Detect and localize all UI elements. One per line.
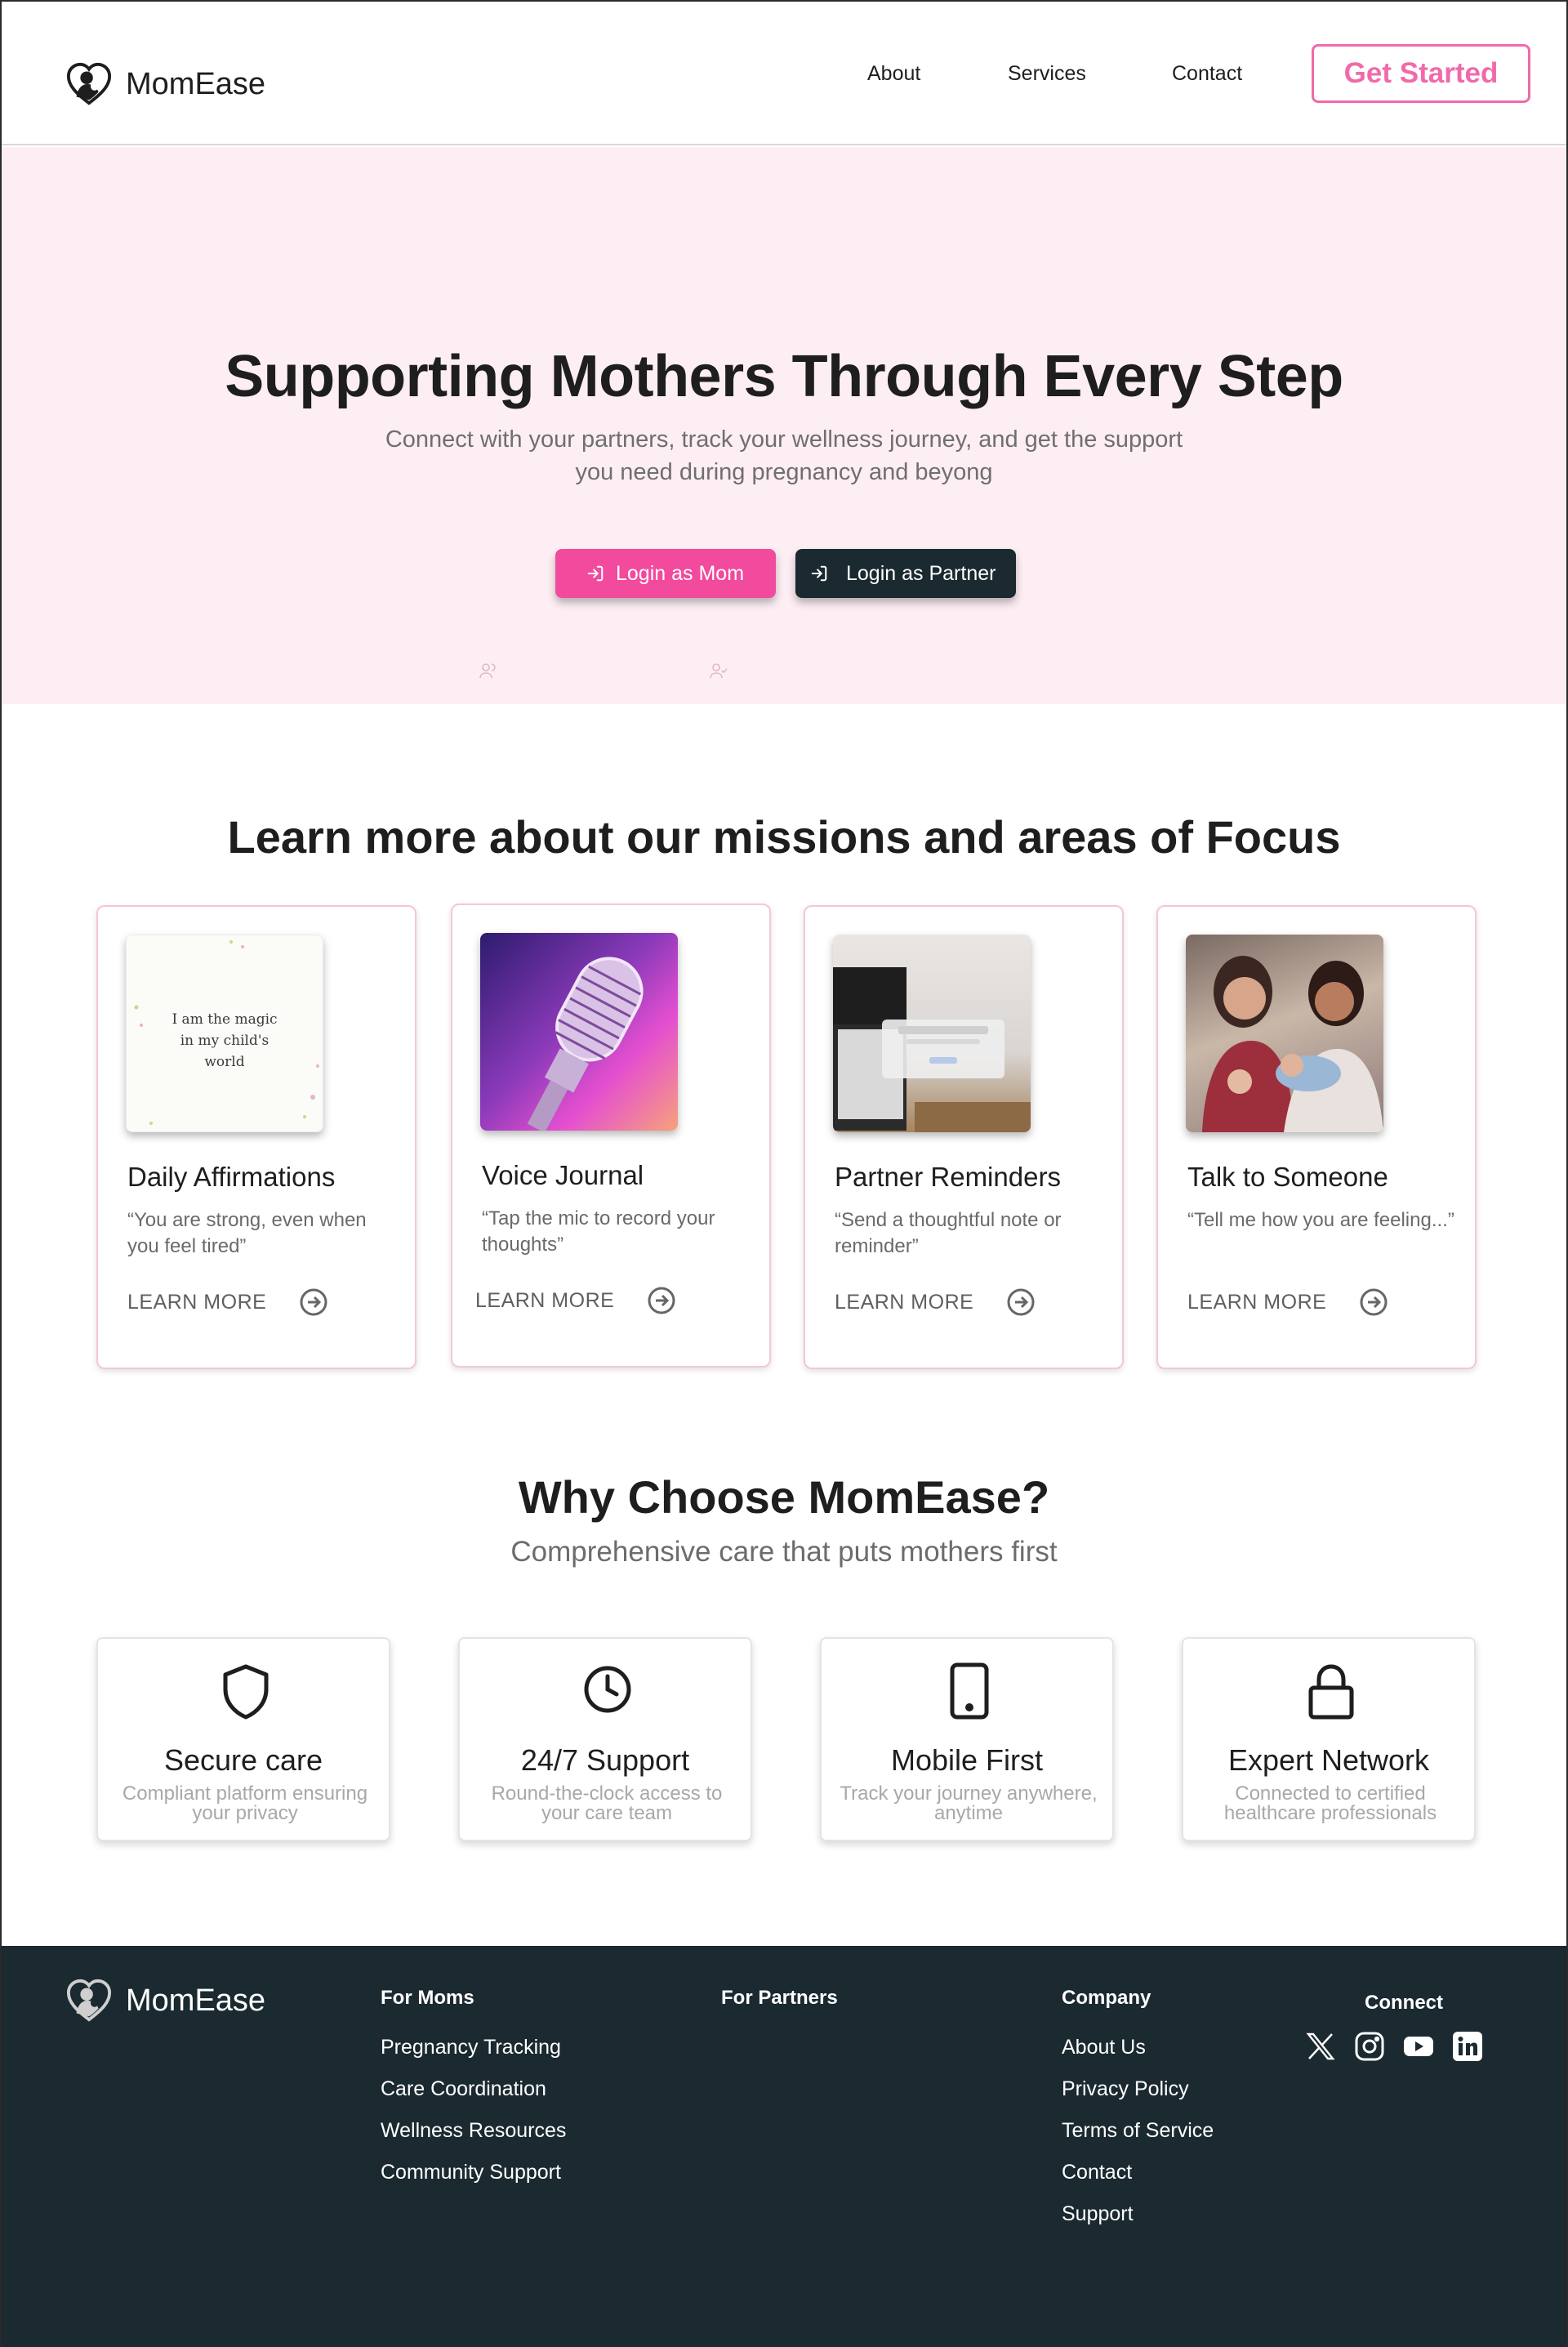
login-as-partner-label: Login as Partner (846, 561, 996, 585)
footer-heading: For Partners (721, 1987, 838, 2009)
brand[interactable]: MomEase (65, 60, 265, 108)
arrow-circle-right-icon (1007, 1288, 1035, 1316)
footer-col-for-partners: For Partners (721, 1987, 838, 2036)
top-nav: MomEase About Services Contact Get Start… (2, 2, 1566, 145)
feature-card-mobile-first: Mobile First Track your journey anywhere… (820, 1637, 1114, 1841)
feature-card-expert-network: Expert Network Connected to certified he… (1182, 1637, 1476, 1841)
why-subtitle: Comprehensive care that puts mothers fir… (510, 1536, 1058, 1568)
decorative-users-icon (479, 663, 496, 679)
hero-subtitle: Connect with your partners, track your w… (385, 426, 1183, 485)
mother-child-logo-icon (66, 62, 112, 105)
footer-connect: Connect (1305, 1992, 1485, 2061)
arrow-circle-right-icon (1360, 1288, 1388, 1316)
learn-more-link[interactable]: LEARN MORE (835, 1287, 1036, 1317)
mothers-with-baby-image (1186, 935, 1383, 1132)
footer-link[interactable]: About Us (1062, 2036, 1214, 2077)
login-as-mom-button[interactable]: Login as Mom (555, 549, 776, 598)
lock-icon (1308, 1664, 1354, 1720)
arrow-circle-right-icon (300, 1288, 327, 1316)
learn-more-link[interactable]: LEARN MORE (475, 1286, 676, 1315)
card-quote: “You are strong, even when you feel tire… (127, 1209, 367, 1257)
feature-title: Mobile First (890, 1743, 1044, 1777)
footer-col-company: Company About Us Privacy Policy Terms of… (1062, 1987, 1214, 2244)
youtube-icon[interactable] (1403, 2031, 1434, 2062)
footer-link[interactable]: Contact (1062, 2161, 1214, 2202)
affirmation-image: I am the magic in my child's world (126, 935, 323, 1132)
social-links (1305, 2031, 1483, 2062)
why-title: Why Choose MomEase? (518, 1471, 1050, 1523)
learn-more-label: LEARN MORE (1187, 1290, 1327, 1314)
linkedin-icon[interactable] (1452, 2031, 1483, 2062)
footer-link[interactable]: Terms of Service (1062, 2119, 1214, 2161)
card-title: Voice Journal (482, 1160, 644, 1190)
get-started-button[interactable]: Get Started (1312, 44, 1530, 103)
card-title: Partner Reminders (835, 1162, 1061, 1192)
mission-card-voice-journal[interactable]: Voice Journal “Tap the mic to record you… (451, 904, 771, 1368)
hero-title: Supporting Mothers Through Every Step (225, 344, 1343, 409)
mission-card-talk-to-someone[interactable]: Talk to Someone “Tell me how you are fee… (1156, 905, 1477, 1369)
feature-desc: Connected to certified healthcare profes… (1223, 1783, 1437, 1824)
login-as-mom-label: Login as Mom (616, 561, 745, 585)
feature-title: Expert Network (1227, 1743, 1430, 1777)
laptop-reminder-image (833, 935, 1031, 1132)
footer-brand-name: MomEase (126, 1983, 266, 2018)
mission-card-partner-reminders[interactable]: Partner Reminders “Send a thoughtful not… (804, 905, 1124, 1369)
footer-heading: For Moms (381, 1987, 474, 2009)
learn-more-link[interactable]: LEARN MORE (127, 1287, 328, 1317)
footer-brand[interactable]: MomEase (65, 1977, 265, 2024)
mother-child-logo-icon (66, 1979, 112, 2022)
learn-more-label: LEARN MORE (835, 1290, 974, 1314)
nav-link-contact[interactable]: Contact (1172, 62, 1242, 86)
card-title: Talk to Someone (1187, 1162, 1388, 1192)
login-icon (811, 565, 827, 582)
feature-title: Secure care (163, 1743, 323, 1777)
clock-icon (584, 1666, 631, 1713)
mission-card-daily-affirmations[interactable]: I am the magic in my child's world Daily… (96, 905, 416, 1369)
microphone-image (480, 933, 678, 1131)
microphone-illustration (527, 957, 644, 1131)
phone-icon (950, 1662, 989, 1720)
mothers-illustration (1202, 956, 1383, 1132)
card-title: Daily Affirmations (127, 1162, 336, 1192)
feature-desc: Compliant platform ensuring your privacy (122, 1783, 368, 1824)
feature-card-secure-care: Secure care Compliant platform ensuring … (96, 1637, 390, 1841)
missions-title: Learn more about our missions and areas … (227, 811, 1341, 863)
confetti-decoration (134, 940, 319, 1125)
card-quote: “Tell me how you are feeling...” (1187, 1209, 1454, 1231)
decorative-user-check-icon (710, 663, 728, 679)
footer-link[interactable]: Care Coordination (381, 2077, 566, 2119)
card-quote: “Tap the mic to record your thoughts” (482, 1207, 715, 1256)
login-icon (587, 565, 604, 582)
shield-icon (223, 1664, 269, 1720)
instagram-icon[interactable] (1354, 2031, 1385, 2062)
laptop-illustration (833, 967, 1031, 1132)
nav-link-about[interactable]: About (867, 62, 920, 86)
feature-desc: Round-the-clock access to your care team (491, 1783, 723, 1824)
learn-more-link[interactable]: LEARN MORE (1187, 1287, 1388, 1317)
footer-link[interactable]: Community Support (381, 2161, 566, 2202)
footer-link[interactable]: Privacy Policy (1062, 2077, 1214, 2119)
feature-card-support: 24/7 Support Round-the-clock access to y… (458, 1637, 752, 1841)
login-as-partner-button[interactable]: Login as Partner (795, 549, 1016, 598)
footer-heading: Connect (1365, 1992, 1443, 2014)
card-quote: “Send a thoughtful note or reminder” (835, 1209, 1062, 1257)
footer-link[interactable]: Wellness Resources (381, 2119, 566, 2161)
brand-name: MomEase (126, 66, 266, 101)
feature-title: 24/7 Support (520, 1743, 690, 1777)
learn-more-label: LEARN MORE (127, 1290, 267, 1314)
footer-link[interactable]: Support (1062, 2202, 1214, 2244)
learn-more-label: LEARN MORE (475, 1288, 615, 1312)
footer: MomEase For Moms Pregnancy Tracking Care… (2, 1946, 1566, 2347)
footer-link[interactable]: Pregnancy Tracking (381, 2036, 566, 2077)
nav-link-services[interactable]: Services (1008, 62, 1086, 86)
x-icon[interactable] (1305, 2031, 1336, 2062)
hero-section: Supporting Mothers Through Every Step Co… (2, 147, 1566, 704)
footer-heading: Company (1062, 1987, 1152, 2009)
footer-col-for-moms: For Moms Pregnancy Tracking Care Coordin… (381, 1987, 566, 2202)
arrow-circle-right-icon (648, 1287, 675, 1314)
feature-desc: Track your journey anywhere, anytime (840, 1783, 1098, 1824)
